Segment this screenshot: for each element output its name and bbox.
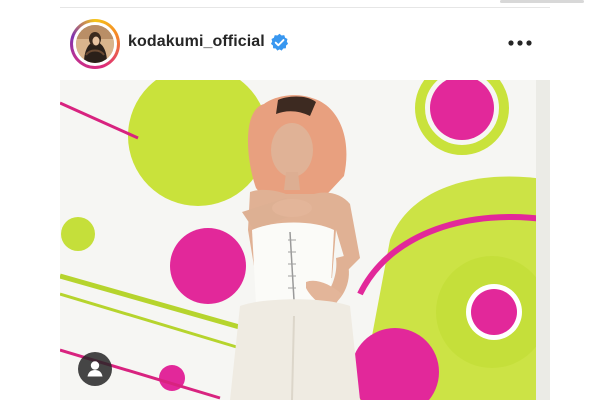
post-photo-graphic — [60, 80, 550, 400]
avatar-border — [73, 22, 117, 66]
verified-badge-icon — [270, 33, 289, 51]
previous-post-edge — [60, 0, 584, 8]
avatar-photo-graphic — [76, 25, 114, 63]
user-tag-icon — [87, 361, 103, 377]
previous-post-button-edge — [500, 0, 584, 3]
post-header: kodakumi_official — [60, 12, 550, 74]
more-options-icon[interactable] — [506, 34, 534, 52]
avatar-photo — [76, 25, 114, 63]
divider — [60, 7, 550, 8]
post-photo[interactable] — [60, 80, 550, 400]
profile-avatar[interactable] — [70, 19, 120, 69]
username-link[interactable]: kodakumi_official — [128, 33, 265, 51]
user-tag-button[interactable] — [78, 352, 112, 386]
